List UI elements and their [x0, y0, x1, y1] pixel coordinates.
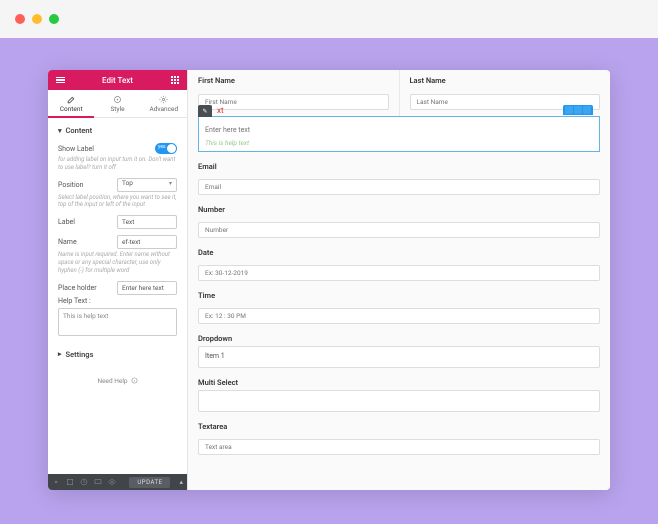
stage: Edit Text Content Style Advanced Con [0, 38, 658, 522]
edit-widget-icon[interactable] [565, 106, 573, 114]
first-name-input[interactable] [198, 94, 389, 110]
preview-icon[interactable] [108, 478, 116, 486]
section-settings-label: Settings [66, 350, 94, 359]
hint-name: Name is input required. Enter name witho… [58, 251, 177, 274]
show-label-label: Show Label [58, 145, 94, 153]
number-label: Number [198, 205, 600, 214]
widget-type-tag[interactable]: ✎ [198, 105, 212, 117]
row-position: Position Top [58, 178, 177, 192]
window-minimize-dot[interactable] [32, 14, 42, 24]
form-preview-canvas[interactable]: First Name Last Name ✎ xt This is help t… [188, 70, 610, 490]
editor-panel: Edit Text Content Style Advanced Con [48, 70, 188, 490]
row-name-fields: First Name Last Name [188, 70, 610, 116]
label-input[interactable] [117, 215, 177, 229]
tab-advanced[interactable]: Advanced [141, 90, 187, 117]
window-maximize-dot[interactable] [49, 14, 59, 24]
time-input[interactable] [198, 308, 600, 324]
row-label: Label [58, 215, 177, 229]
selected-help-text: This is help text [199, 139, 599, 151]
show-label-toggle[interactable]: yes [155, 143, 177, 154]
multiselect-label: Multi Select [198, 378, 600, 387]
responsive-icon[interactable] [94, 478, 102, 486]
style-icon [113, 95, 122, 104]
update-options-icon[interactable]: ▴ [179, 478, 183, 486]
browser-chrome [0, 0, 658, 38]
label-label: Label [58, 218, 75, 226]
history-icon[interactable] [80, 478, 88, 486]
textarea-label: Textarea [198, 422, 600, 431]
name-input[interactable] [117, 235, 177, 249]
position-value: Top [122, 179, 133, 187]
panel-body: Content Show Label yes for adding label … [48, 118, 187, 474]
widget-toolbar[interactable] [563, 105, 593, 115]
apps-icon[interactable] [169, 74, 181, 86]
tab-content-label: Content [60, 105, 83, 113]
position-select[interactable]: Top [117, 178, 177, 192]
row-textarea: Textarea [198, 422, 600, 455]
need-help-link[interactable]: Need Help [58, 377, 177, 385]
tab-advanced-label: Advanced [149, 105, 178, 113]
dropdown-label: Dropdown [198, 334, 600, 343]
tab-style[interactable]: Style [94, 90, 140, 117]
selected-text-widget[interactable]: ✎ xt This is help text [198, 116, 600, 152]
panel-bottom-bar: UPDATE ▴ [48, 474, 187, 490]
editor-app: Edit Text Content Style Advanced Con [48, 70, 610, 490]
time-label: Time [198, 291, 600, 300]
settings-icon[interactable] [52, 478, 60, 486]
row-dropdown: Dropdown Item 1 [198, 334, 600, 368]
row-helptext: Help Text : This is help text [58, 297, 177, 338]
tab-style-label: Style [110, 105, 124, 113]
date-input[interactable] [198, 265, 600, 281]
panel-tabs: Content Style Advanced [48, 90, 187, 118]
last-name-label: Last Name [410, 76, 601, 85]
dropdown-select[interactable]: Item 1 [198, 346, 600, 368]
hint-position: Select label position, where you want to… [58, 194, 177, 210]
update-button[interactable]: UPDATE [129, 477, 170, 488]
tab-content[interactable]: Content [48, 90, 94, 117]
position-label: Position [58, 181, 84, 189]
section-content-label: Content [66, 126, 93, 135]
delete-widget-icon[interactable] [583, 106, 591, 114]
row-number: Number [198, 205, 600, 238]
row-email: Email [198, 162, 600, 195]
navigator-icon[interactable] [66, 478, 74, 486]
email-label: Email [198, 162, 600, 171]
need-help-label: Need Help [97, 377, 127, 385]
info-icon [131, 377, 138, 384]
pencil-icon [67, 95, 76, 104]
section-content-toggle[interactable]: Content [58, 126, 177, 135]
row-placeholder: Place holder [58, 281, 177, 295]
gear-icon [159, 95, 168, 104]
required-indicator: xt [217, 106, 224, 115]
name-label: Name [58, 238, 77, 246]
menu-icon[interactable] [54, 74, 66, 86]
number-input[interactable] [198, 222, 600, 238]
row-time: Time [198, 291, 600, 324]
selected-text-input[interactable] [199, 121, 599, 139]
window-close-dot[interactable] [15, 14, 25, 24]
date-label: Date [198, 248, 600, 257]
first-name-label: First Name [198, 76, 389, 85]
row-date: Date [198, 248, 600, 281]
helptext-textarea[interactable]: This is help text [58, 308, 177, 336]
dropdown-value: Item 1 [205, 352, 225, 360]
email-input[interactable] [198, 179, 600, 195]
placeholder-label: Place holder [58, 284, 97, 292]
row-multiselect: Multi Select [198, 378, 600, 412]
helptext-label: Help Text : [58, 297, 91, 305]
multiselect-input[interactable] [198, 390, 600, 412]
duplicate-widget-icon[interactable] [574, 106, 582, 114]
panel-header: Edit Text [48, 70, 187, 90]
textarea-input[interactable] [198, 439, 600, 455]
hint-show-label: for adding label on input turn it on. Do… [58, 156, 177, 172]
toggle-state-text: yes [158, 144, 166, 150]
row-show-label: Show Label yes [58, 143, 177, 154]
placeholder-input[interactable] [117, 281, 177, 295]
panel-title: Edit Text [102, 76, 133, 85]
row-name: Name [58, 235, 177, 249]
section-settings-toggle[interactable]: Settings [58, 350, 177, 359]
